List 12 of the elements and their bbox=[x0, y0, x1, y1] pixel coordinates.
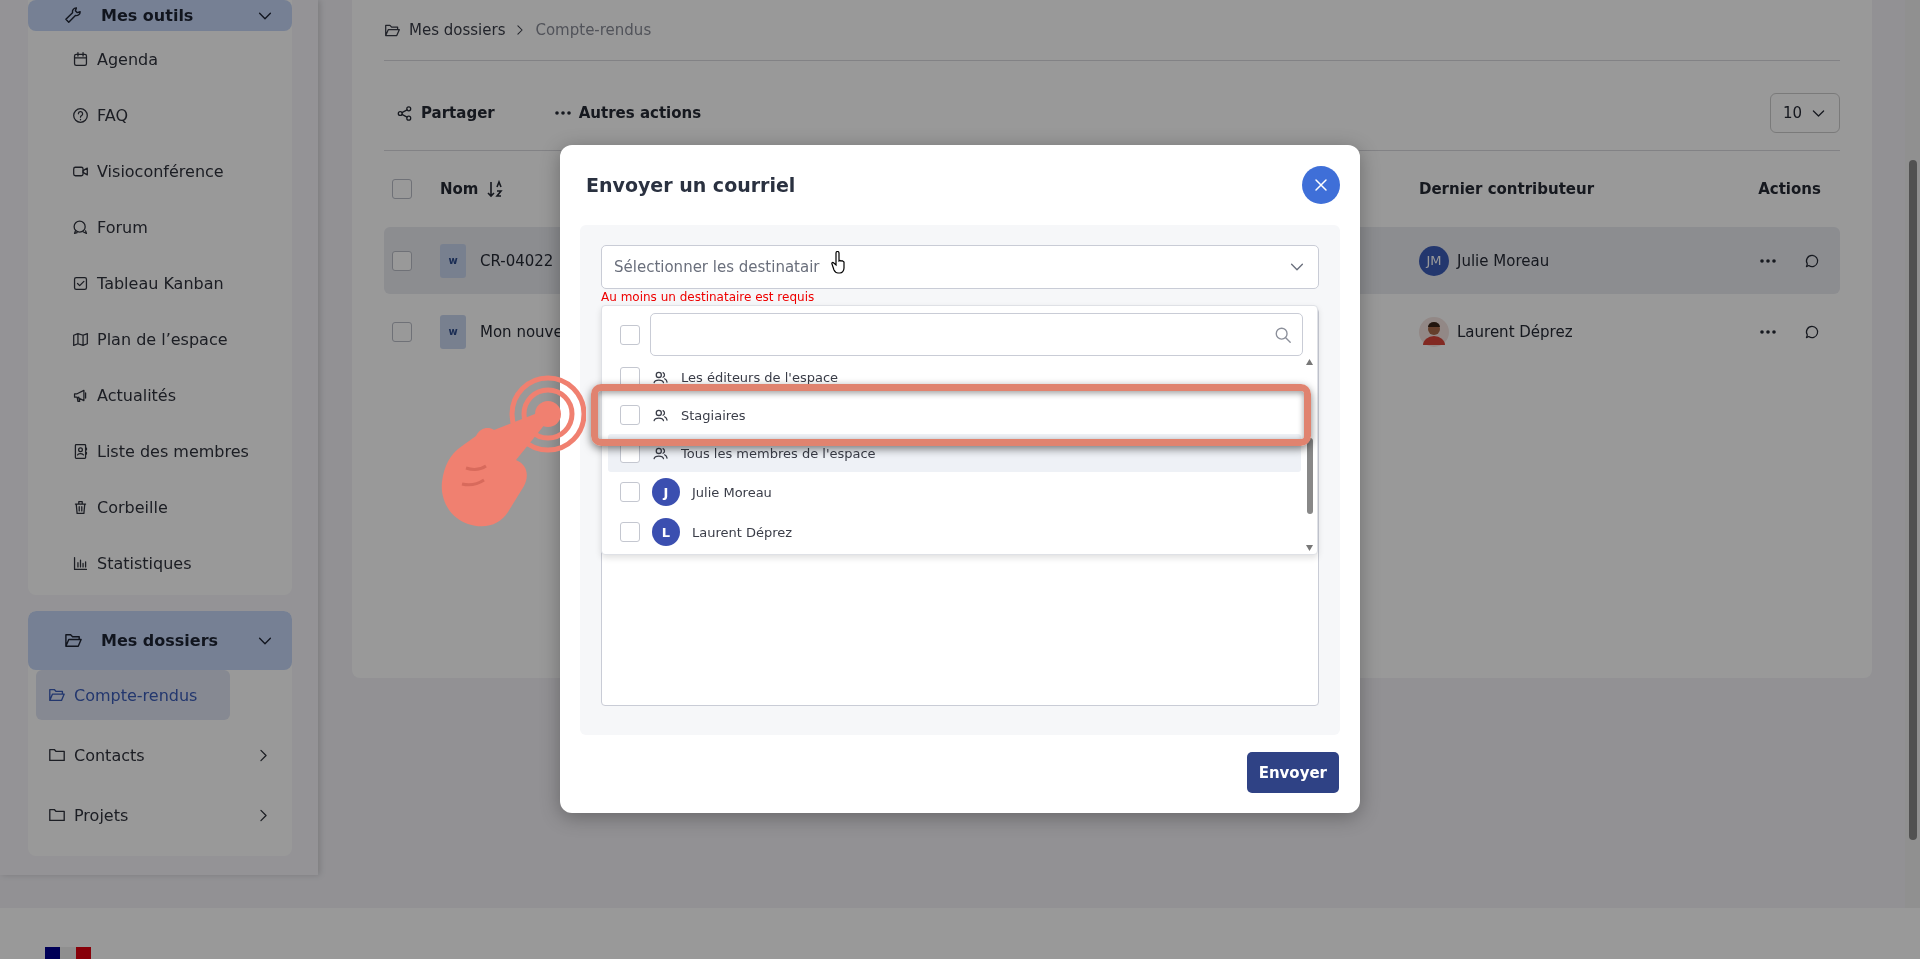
error-message: Au moins un destinataire est requis bbox=[601, 290, 815, 305]
word-file-icon: w bbox=[440, 243, 466, 278]
avatar: J bbox=[652, 478, 680, 506]
avatar: JM bbox=[1419, 245, 1449, 276]
contributor-name: Julie Moreau bbox=[1457, 251, 1550, 270]
avatar: L bbox=[652, 518, 680, 546]
word-file-icon: w bbox=[440, 314, 466, 349]
column-header: Actions bbox=[1757, 180, 1822, 198]
column-header: Dernier contributeur bbox=[1419, 180, 1596, 198]
breadcrumb-current: Compte-rendus bbox=[535, 21, 652, 39]
contributor-name: Laurent Déprez bbox=[1457, 322, 1573, 341]
dialog-title: Envoyer un courriel bbox=[586, 174, 796, 196]
